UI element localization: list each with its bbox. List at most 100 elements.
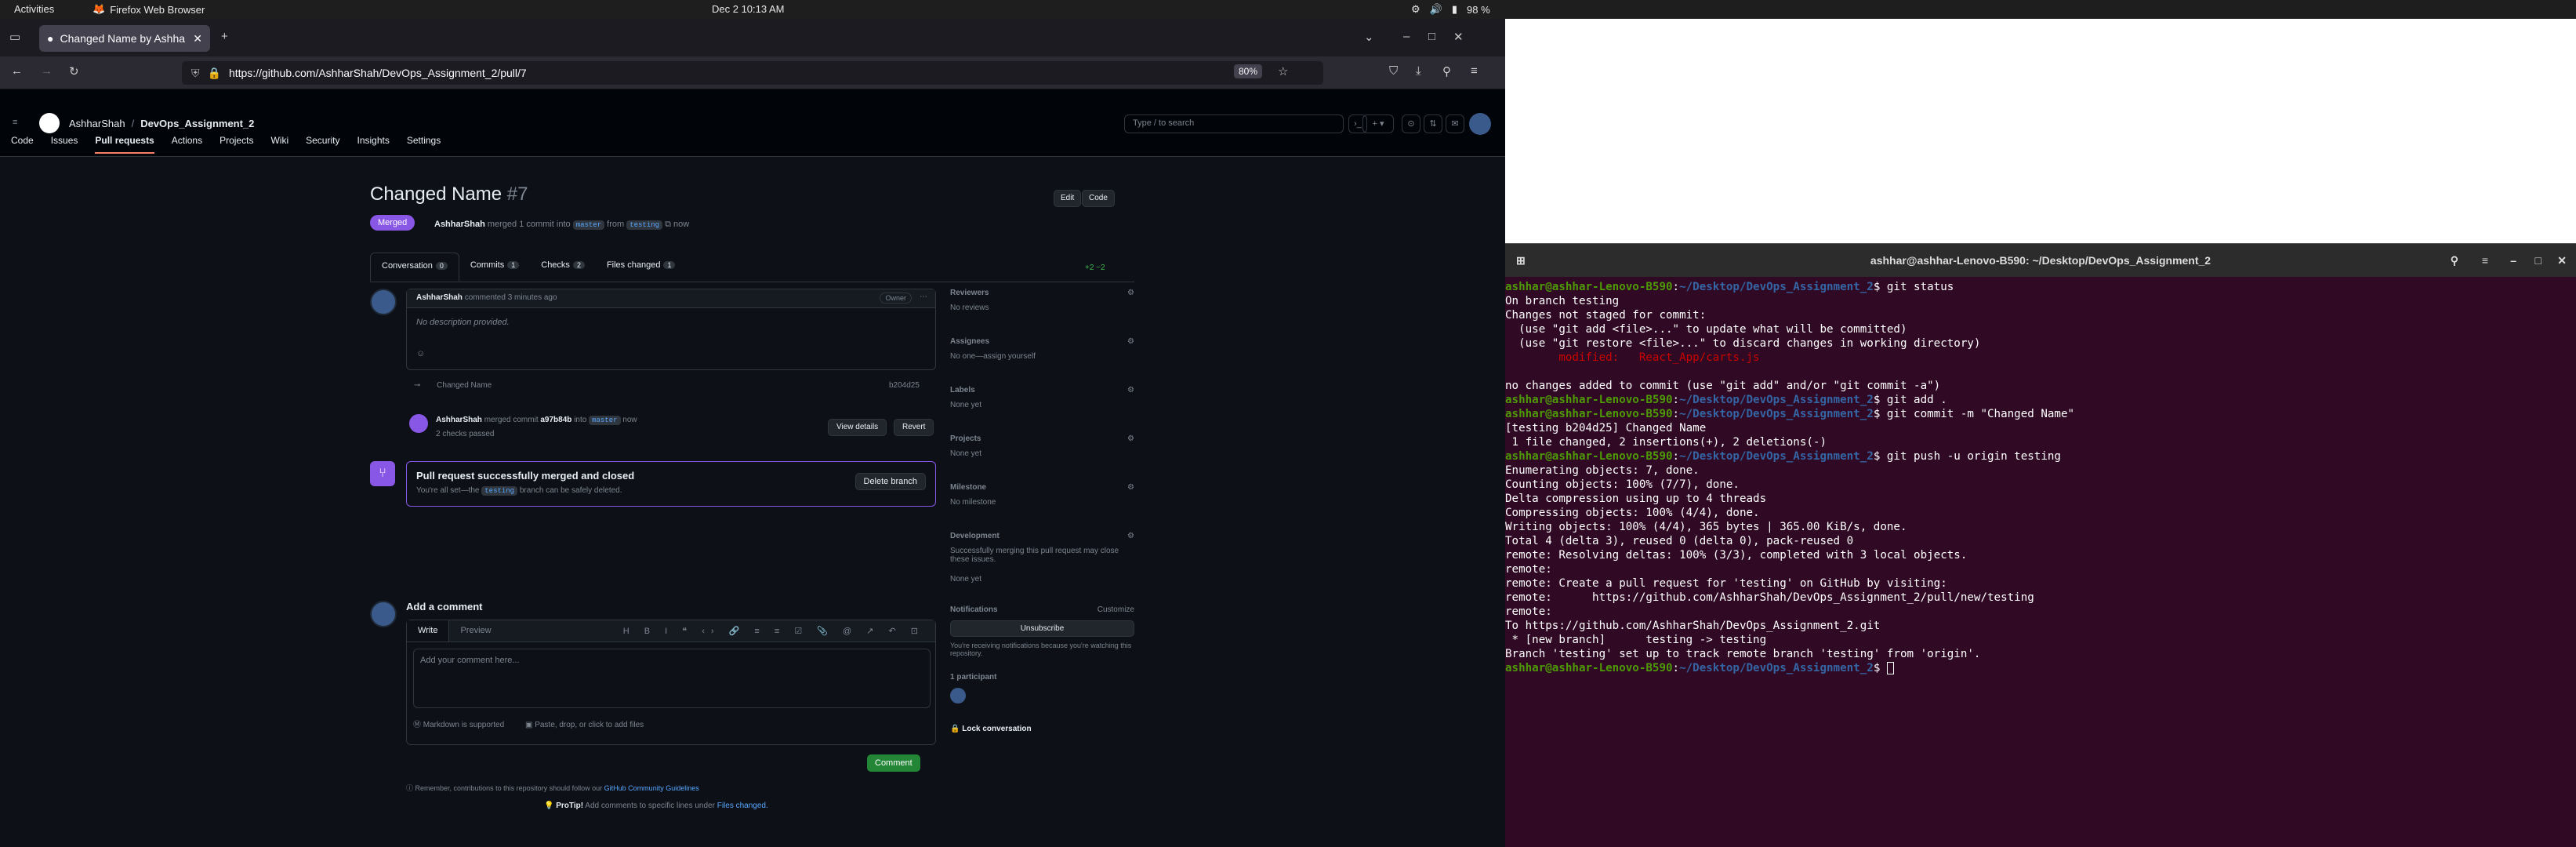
close-icon[interactable]: ✕ [2557, 244, 2567, 277]
commit-icon: ⊸ [414, 381, 421, 390]
kebab-menu-icon[interactable]: ⋯ [920, 293, 927, 301]
customize-link[interactable]: Customize [1098, 605, 1134, 614]
terminal-output[interactable]: ashhar@ashhar-Lenovo-B590:~/Desktop/DevO… [1505, 280, 2576, 675]
terminal-output-line: Changes not staged for commit: [1505, 309, 1707, 322]
issues-icon[interactable]: ⊙ [1402, 115, 1420, 133]
files-changed-link[interactable]: Files changed. [717, 802, 768, 810]
close-window-icon[interactable]: ✕ [1453, 30, 1464, 44]
system-top-bar: Activities 🦊 Firefox Web Browser Dec 2 10… [0, 0, 2576, 19]
comment-time[interactable]: commented 3 minutes ago [465, 293, 557, 302]
tab-issues[interactable]: Issues [51, 135, 78, 154]
tab-wiki[interactable]: Wiki [270, 135, 288, 154]
browser-tab[interactable]: ● Changed Name by Ashha ✕ [39, 25, 210, 52]
revert-button[interactable]: Revert [894, 419, 934, 436]
commit-message[interactable]: Changed Name [437, 381, 492, 390]
tab-settings[interactable]: Settings [407, 135, 441, 154]
copy-icon[interactable]: ⧉ [665, 220, 671, 229]
sidebar-milestone[interactable]: Milestone ⚙ No milestone [950, 483, 1134, 507]
reload-icon[interactable]: ↻ [69, 64, 79, 78]
tab-list-icon[interactable]: ▭ [9, 30, 20, 44]
meta-user[interactable]: AshharShah [434, 220, 485, 229]
github-logo-icon[interactable] [39, 113, 60, 133]
minimize-icon[interactable]: – [1403, 30, 1410, 43]
tab-code[interactable]: Code [11, 135, 34, 154]
sidebar-development[interactable]: Development ⚙ Successfully merging this pu… [950, 532, 1134, 583]
new-tab-icon[interactable]: + [221, 30, 228, 43]
clock[interactable]: Dec 2 10:13 AM [712, 3, 785, 15]
owner-link[interactable]: AshharShah [69, 118, 125, 129]
battery-icon: ▮ [1451, 3, 1457, 15]
delete-branch-button[interactable]: Delete branch [854, 473, 926, 490]
tab-checks[interactable]: Checks 2 [530, 253, 596, 282]
unsubscribe-button[interactable]: Unsubscribe [950, 620, 1134, 637]
base-branch[interactable]: master [572, 220, 605, 230]
attach-files[interactable]: Paste, drop, or click to add files [535, 721, 644, 729]
firefox-icon: 🦊 [93, 3, 106, 15]
comment-author[interactable]: AshharShah [416, 293, 463, 302]
chevron-down-icon[interactable]: ⌄ [1364, 30, 1374, 44]
write-tab[interactable]: Write [407, 620, 450, 642]
system-tray[interactable]: ⚙ 🔊 ▮ 98 % [1411, 3, 1490, 16]
comment-button[interactable]: Comment [867, 754, 920, 772]
app-menu[interactable]: 🦊 Firefox Web Browser [93, 3, 205, 16]
search-icon[interactable]: ⚲ [2451, 244, 2458, 277]
comment-avatar[interactable] [370, 289, 397, 315]
star-icon[interactable]: ☆ [1278, 64, 1288, 78]
formatting-toolbar[interactable]: H B I ❝ ‹› 🔗 ≡ ≡ ☑ 📎 @ ↗ ↶ ⊡ [612, 620, 935, 642]
maximize-icon[interactable]: □ [1428, 30, 1435, 43]
search-input[interactable]: Type / to search [1124, 115, 1344, 133]
merge-event-user[interactable]: AshharShah [436, 416, 482, 424]
gear-icon: ⚙ [1127, 289, 1134, 297]
new-tab-icon[interactable]: ⊞ [1516, 244, 1526, 277]
lock-conversation[interactable]: 🔒 Lock conversation [950, 725, 1134, 733]
merge-event-text: merged commit [484, 416, 539, 424]
sidebar-projects[interactable]: Projects ⚙ None yet [950, 434, 1134, 458]
tab-files-changed[interactable]: Files changed 1 [596, 253, 687, 282]
menu-icon[interactable]: ≡ [1471, 64, 1478, 78]
create-new-icon[interactable]: + ▾ [1362, 115, 1394, 133]
merge-event: AshharShah merged commit a97b84b into ma… [436, 416, 637, 425]
participant-avatar[interactable] [950, 688, 966, 703]
view-details-button[interactable]: View details [828, 419, 887, 436]
edit-button[interactable]: Edit [1054, 190, 1082, 207]
repo-link[interactable]: DevOps_Assignment_2 [140, 118, 254, 129]
guidelines-link[interactable]: GitHub Community Guidelines [604, 784, 699, 792]
sidebar-assignees[interactable]: Assignees ⚙ No one—assign yourself [950, 337, 1134, 361]
tab-insights[interactable]: Insights [357, 135, 389, 154]
maximize-icon[interactable]: □ [2535, 244, 2542, 277]
inbox-icon[interactable]: ✉ [1446, 115, 1464, 133]
tab-actions[interactable]: Actions [172, 135, 202, 154]
url-bar[interactable]: ⛨ 🔒 https://github.com/AshharShah/DevOps… [182, 61, 1323, 85]
downloads-icon[interactable]: ⤓ [1416, 64, 1421, 78]
markdown-link[interactable]: Markdown is supported [423, 721, 504, 729]
tab-pull-requests[interactable]: Pull requests [95, 135, 154, 154]
zoom-level[interactable]: 80% [1234, 64, 1263, 78]
comment-textarea[interactable]: Add your comment here... [413, 649, 931, 708]
activities-button[interactable]: Activities [14, 3, 54, 15]
pull-requests-icon[interactable]: ⇅ [1424, 115, 1442, 133]
menu-icon[interactable]: ≡ [2482, 244, 2488, 277]
tab-conversation[interactable]: Conversation 0 [370, 253, 459, 282]
commit-sha[interactable]: b204d25 [889, 381, 920, 390]
forward-icon[interactable]: → [41, 64, 53, 78]
user-avatar[interactable] [1469, 113, 1491, 135]
pocket-icon[interactable]: ⛉ [1389, 64, 1398, 78]
sidebar-reviewers[interactable]: Reviewers ⚙ No reviews [950, 289, 1134, 312]
preview-tab[interactable]: Preview [449, 620, 502, 642]
tab-security[interactable]: Security [306, 135, 339, 154]
close-tab-icon[interactable]: ✕ [193, 32, 202, 45]
checks-passed[interactable]: 2 checks passed [436, 430, 495, 438]
hamburger-icon[interactable]: ≡ [13, 118, 17, 127]
extensions-icon[interactable]: ⚲ [1442, 64, 1451, 78]
sidebar-labels[interactable]: Labels ⚙ None yet [950, 386, 1134, 409]
merge-base[interactable]: master [589, 416, 621, 425]
merge-sha[interactable]: a97b84b [540, 416, 571, 424]
minimize-icon[interactable]: – [2510, 244, 2516, 277]
back-icon[interactable]: ← [11, 64, 23, 78]
code-button[interactable]: Code [1082, 190, 1115, 207]
head-branch[interactable]: testing [626, 220, 663, 230]
emoji-reaction-icon[interactable]: ☺ [416, 349, 425, 358]
terminal-prompt-line: ashhar@ashhar-Lenovo-B590:~/Desktop/DevO… [1505, 661, 2576, 675]
tab-projects[interactable]: Projects [220, 135, 253, 154]
tab-commits[interactable]: Commits 1 [459, 253, 530, 282]
